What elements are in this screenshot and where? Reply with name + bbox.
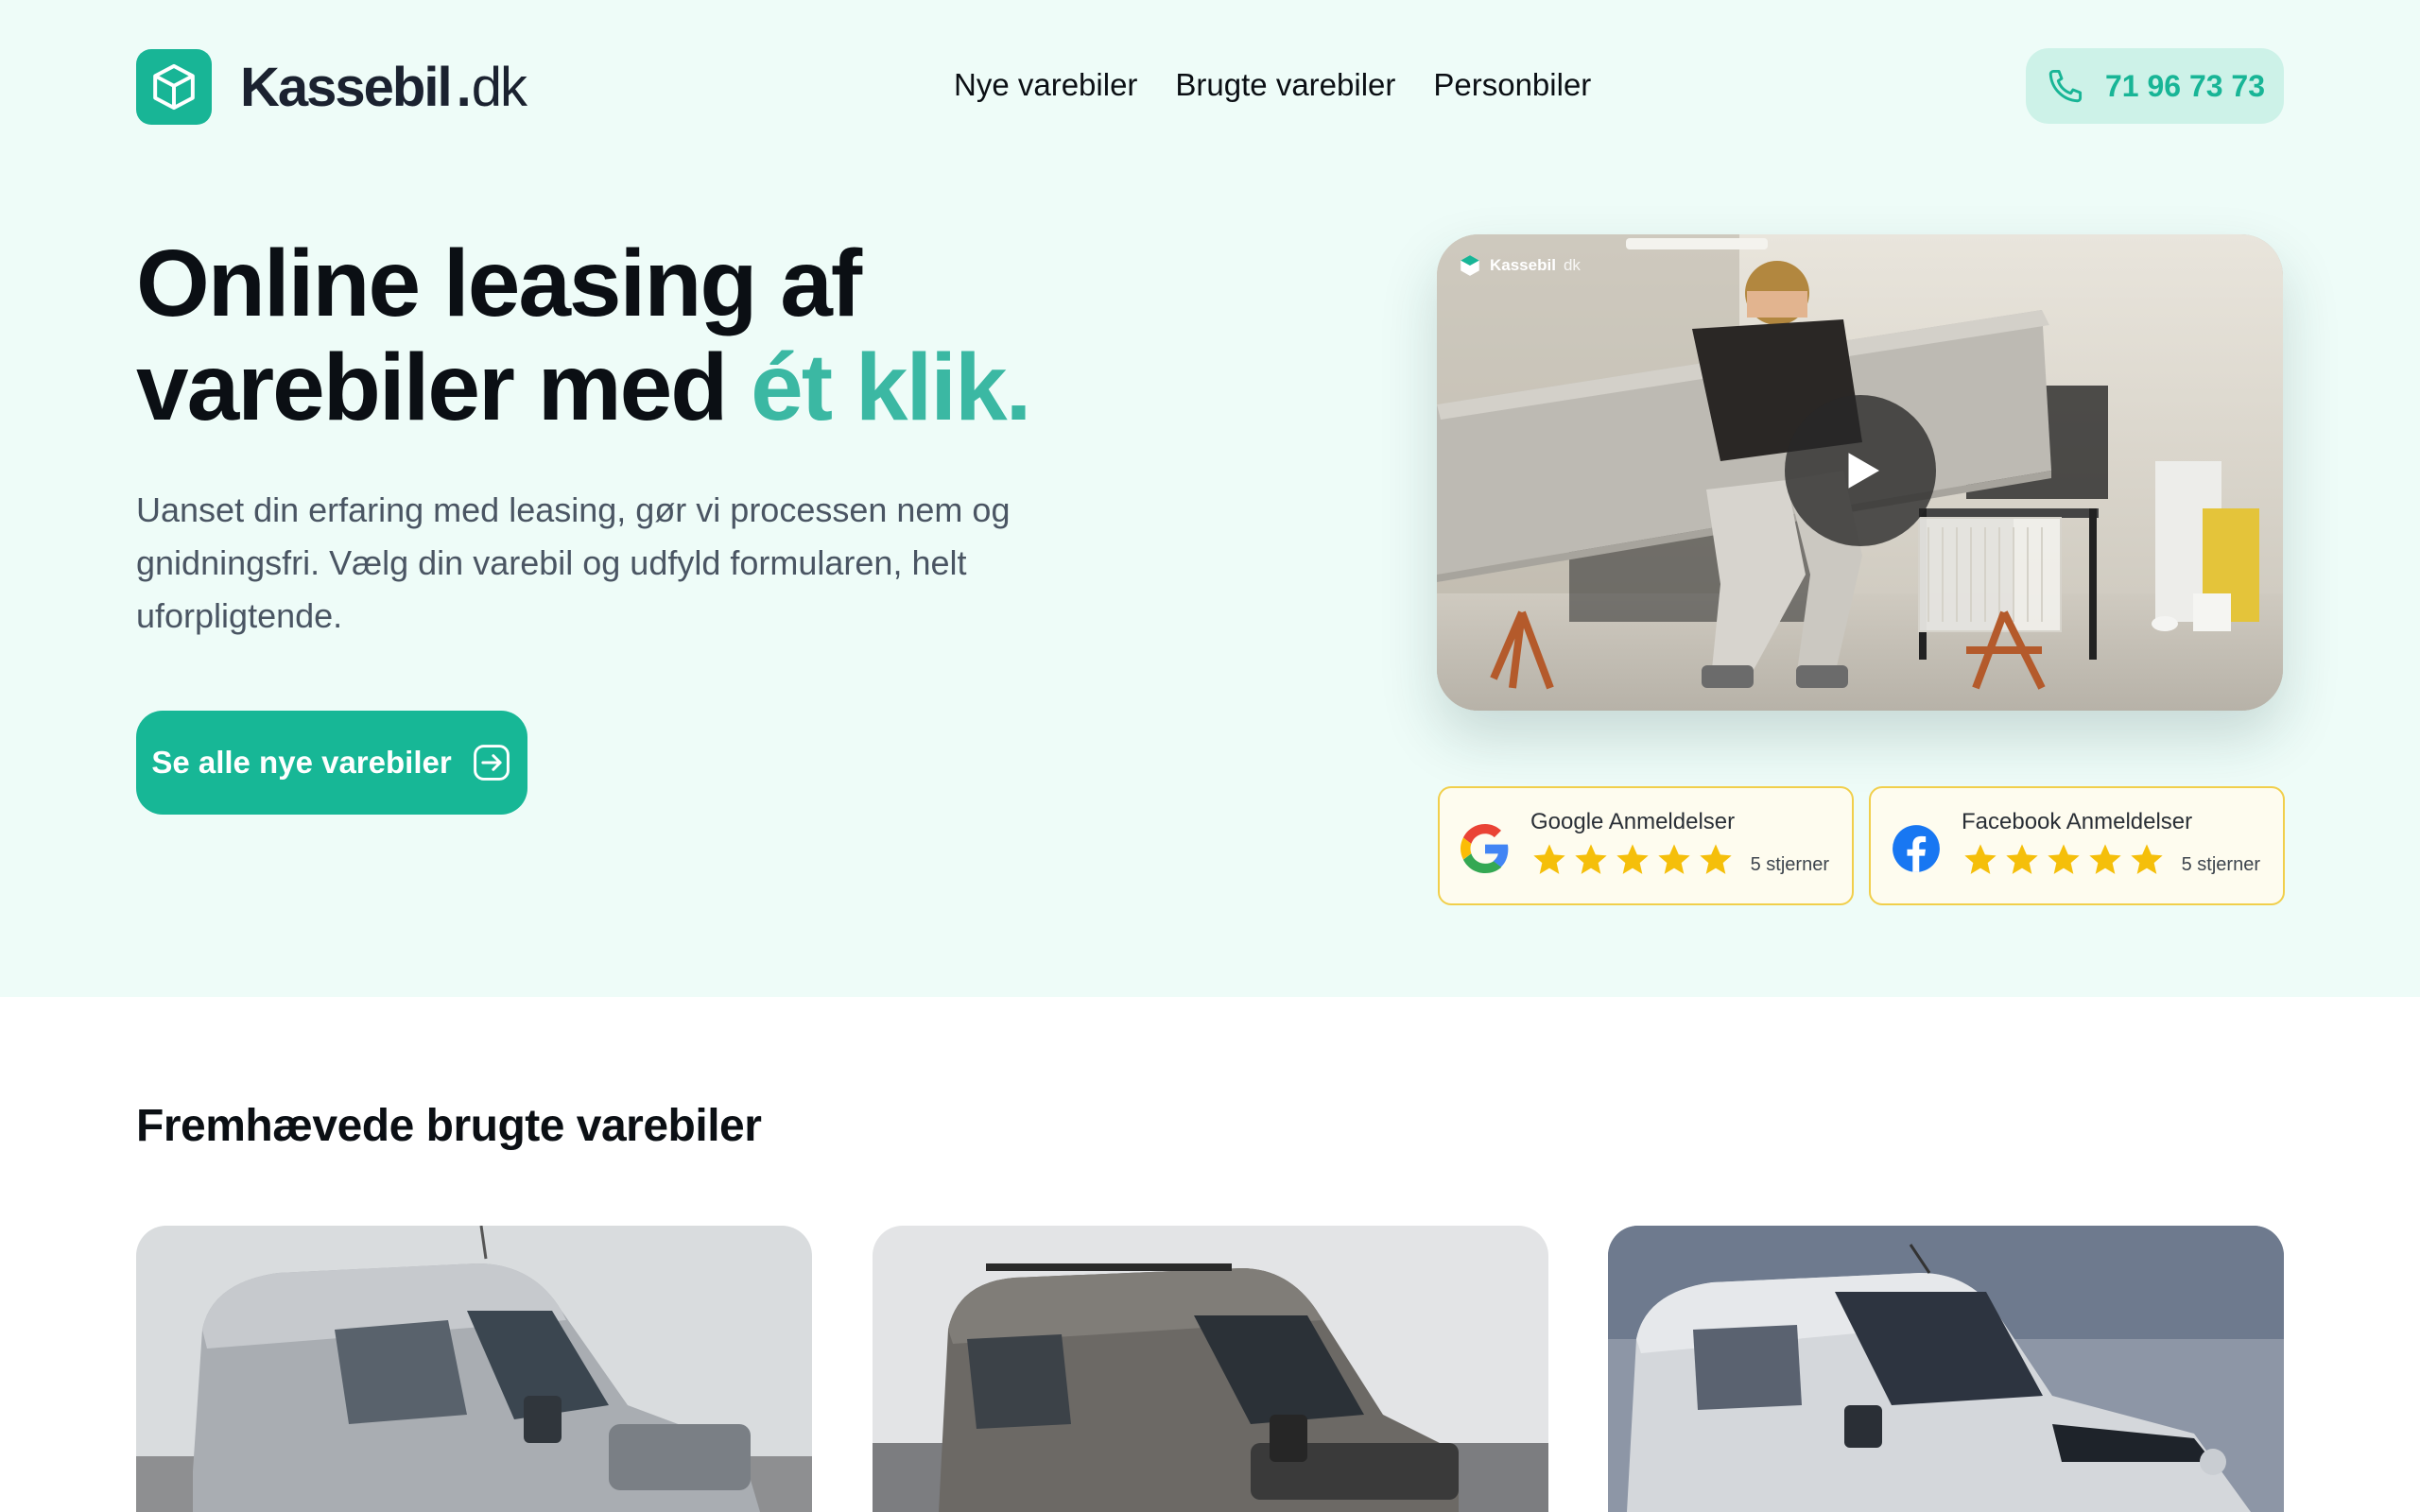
brand-wordmark: Kassebil. dk — [240, 56, 527, 119]
hero-subtitle: Uanset din erfaring med leasing, gør vi … — [136, 490, 1011, 635]
box-icon — [1461, 255, 1479, 276]
brand-name: Kassebil — [240, 56, 453, 118]
nav-item-brugte-varebiler[interactable]: Brugte varebiler — [1175, 67, 1395, 103]
star-icon — [1616, 844, 1649, 874]
car-card[interactable] — [136, 1226, 812, 1512]
star-icon — [1700, 844, 1732, 874]
cta-label: Se alle nye varebiler — [151, 745, 452, 780]
hero-title-line2: varebiler med — [136, 335, 752, 440]
star-icon — [2131, 844, 2163, 874]
hero-title: Online leasing af varebiler med ét klik. — [136, 232, 1176, 439]
phone-icon — [2048, 69, 2083, 103]
hero-title-accent: ét klik. — [751, 335, 1031, 440]
car-image-ford-transit — [873, 1226, 1548, 1512]
review-title: Facebook Anmeldelser — [1962, 809, 2193, 834]
star-icon — [2006, 844, 2038, 874]
car-card[interactable] — [1608, 1226, 2284, 1512]
play-icon — [1848, 453, 1879, 489]
phone-number: 71 96 73 73 — [2104, 68, 2266, 103]
car-image-mercedes-sprinter — [136, 1226, 812, 1512]
star-icon — [2048, 844, 2080, 874]
video-watermark-tld: dk — [1563, 256, 1581, 274]
star-icon — [1964, 844, 1996, 874]
brand-tld: dk — [471, 56, 527, 118]
hero-section: Kassebil. dk Nye varebiler Brugte varebil… — [0, 0, 2420, 997]
main-nav: Nye varebiler Brugte varebiler Personbil… — [954, 67, 1591, 103]
intro-video[interactable]: Kassebil dk — [1437, 234, 2283, 711]
video-watermark: Kassebil dk — [1458, 253, 1581, 278]
box-icon — [136, 49, 212, 125]
google-reviews-badge[interactable]: Google Anmeldelser 5 stjerner — [1438, 786, 1854, 905]
phone-button[interactable]: 71 96 73 73 — [2026, 48, 2284, 124]
star-icon — [1575, 844, 1607, 874]
arrow-right-icon — [473, 745, 510, 781]
review-title: Google Anmeldelser — [1530, 809, 1736, 834]
brand-logo[interactable]: Kassebil. dk — [136, 48, 527, 126]
nav-item-personbiler[interactable]: Personbiler — [1433, 67, 1591, 103]
brand-dot: . — [456, 56, 472, 118]
nav-item-nye-varebiler[interactable]: Nye varebiler — [954, 67, 1137, 103]
featured-section-title: Fremhævede brugte varebiler — [136, 1101, 762, 1151]
hero-title-line1: Online leasing af — [136, 231, 862, 336]
car-image-opel-vivaro — [1608, 1226, 2284, 1512]
video-watermark-name: Kassebil — [1490, 256, 1556, 274]
rating-stars — [1962, 841, 2166, 879]
facebook-reviews-badge[interactable]: Facebook Anmeldelser 5 stjerner — [1869, 786, 2285, 905]
review-count: 5 stjerner — [1750, 854, 1829, 875]
rating-stars — [1530, 841, 1735, 879]
review-count: 5 stjerner — [2181, 854, 2260, 875]
star-icon — [2089, 844, 2121, 874]
google-icon — [1461, 824, 1509, 873]
play-button[interactable] — [1785, 395, 1936, 546]
car-card[interactable] — [873, 1226, 1548, 1512]
facebook-icon — [1893, 825, 1940, 872]
see-all-new-vans-button[interactable]: Se alle nye varebiler — [136, 711, 527, 815]
star-icon — [1533, 844, 1565, 874]
star-icon — [1658, 844, 1690, 874]
